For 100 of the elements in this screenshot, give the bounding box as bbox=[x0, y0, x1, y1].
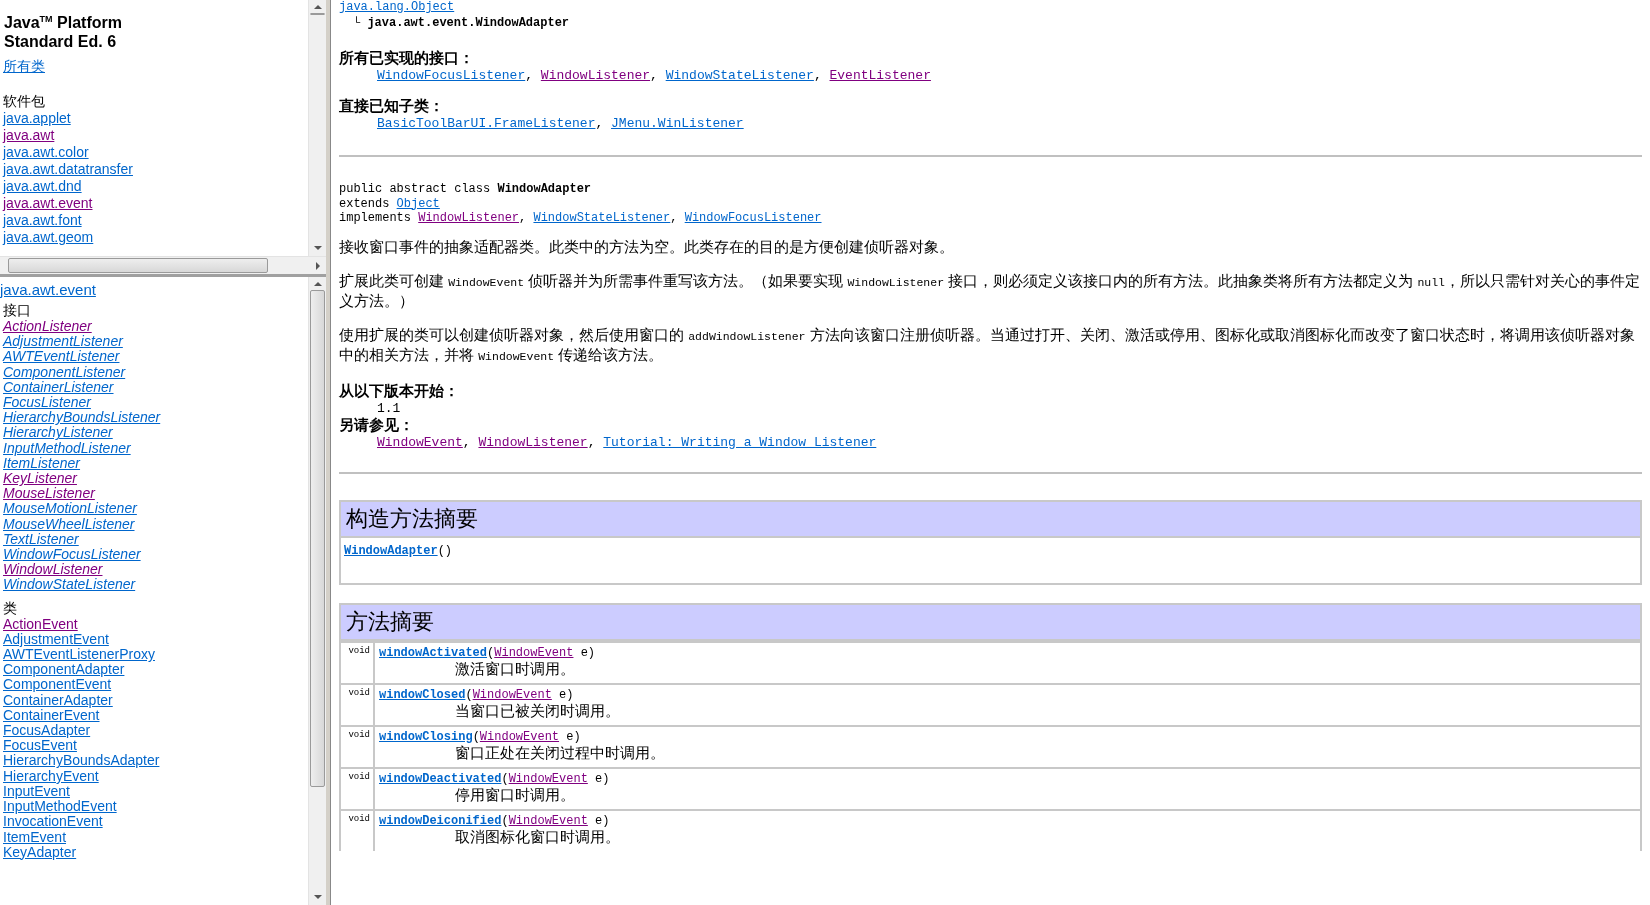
platform-title: Java$^{TM}$ Platform Standard Ed. 6 bbox=[4, 13, 123, 52]
section-heading: 直接已知子类： bbox=[339, 97, 445, 116]
link[interactable]: WindowEvent bbox=[377, 434, 463, 450]
interface-link[interactable]: HierarchyBoundsListener bbox=[3, 410, 161, 426]
method-link[interactable]: windowClosing bbox=[379, 729, 473, 744]
interface-link[interactable]: WindowListener bbox=[3, 562, 103, 578]
interface-link[interactable]: InputMethodListener bbox=[3, 440, 131, 456]
link[interactable]: Tutorial: Writing a Window Listener bbox=[603, 434, 877, 450]
horizontal-scrollbar[interactable] bbox=[0, 256, 326, 274]
method-signature: windowDeactivated(WindowEvent e) bbox=[379, 771, 610, 786]
method-description: 窗口正处在关闭过程中时调用。 bbox=[455, 743, 665, 761]
method-signature: windowDeiconified(WindowEvent e) bbox=[379, 813, 610, 828]
interface-link[interactable]: ItemListener bbox=[3, 455, 81, 472]
package-link[interactable]: java.applet bbox=[3, 110, 71, 128]
link[interactable]: WindowEvent bbox=[508, 771, 588, 786]
method-description: 停用窗口时调用。 bbox=[455, 785, 575, 803]
section-heading: 另请参见： bbox=[339, 415, 415, 435]
package-link[interactable]: java.awt.event bbox=[3, 195, 93, 213]
class-link[interactable]: HierarchyEvent bbox=[3, 768, 99, 784]
link[interactable]: WindowEvent bbox=[494, 645, 574, 660]
interface-link[interactable]: WindowStateListener bbox=[3, 577, 136, 593]
link[interactable]: Object bbox=[396, 196, 440, 211]
all-classes-link[interactable]: 所有类 bbox=[3, 58, 45, 76]
section-heading: 从以下版本开始： bbox=[339, 381, 460, 401]
method-description: 当窗口已被关闭时调用。 bbox=[455, 701, 620, 719]
package-link[interactable]: java.awt.datatransfer bbox=[3, 161, 133, 179]
link[interactable]: WindowFocusListener bbox=[684, 211, 822, 225]
interfaces-heading: 接口 bbox=[3, 301, 32, 319]
interface-link[interactable]: ContainerListener bbox=[3, 379, 114, 395]
superclass-link[interactable]: java.lang.Object bbox=[339, 0, 455, 14]
class-link[interactable]: KeyAdapter bbox=[3, 844, 77, 860]
method-signature: windowActivated(WindowEvent e) bbox=[379, 645, 596, 660]
link[interactable]: WindowEvent bbox=[508, 813, 588, 828]
description-paragraph: 使用扩展的类可以创建侦听器对象，然后使用窗口的 addWindowListener 方法向该窗口注册侦听器。当通过打开、关闭、激活或停用、图标化或取消图标化而改变了窗口状态时，将调用该侦听器对象中的相关方法，并将 WindowEvent 传递给该方法。 bbox=[339, 325, 1636, 365]
interface-link[interactable]: ActionListener bbox=[3, 319, 92, 335]
interface-link[interactable]: TextListener bbox=[3, 531, 79, 548]
method-link[interactable]: windowDeiconified bbox=[379, 813, 502, 828]
interface-link[interactable]: MouseListener bbox=[3, 486, 95, 502]
class-link[interactable]: InputMethodEvent bbox=[3, 799, 117, 815]
package-link[interactable]: java.awt.dnd bbox=[3, 178, 82, 196]
method-description: 取消图标化窗口时调用。 bbox=[455, 827, 620, 845]
method-link[interactable]: windowClosed bbox=[379, 687, 466, 702]
class-link[interactable]: ActionEvent bbox=[3, 616, 78, 632]
link[interactable]: WindowListener bbox=[418, 211, 520, 225]
class-link[interactable]: ComponentEvent bbox=[3, 677, 112, 693]
class-link[interactable]: FocusAdapter bbox=[3, 723, 91, 739]
link[interactable]: JMenu.WinListener bbox=[611, 116, 744, 131]
return-type: void bbox=[348, 771, 370, 782]
interface-link[interactable]: KeyListener bbox=[3, 471, 77, 487]
package-link[interactable]: java.awt.font bbox=[3, 212, 82, 230]
classes-heading: 类 bbox=[3, 598, 18, 617]
interface-link[interactable]: FocusListener bbox=[3, 395, 91, 411]
package-link[interactable]: java.awt.event bbox=[0, 281, 96, 299]
interface-link[interactable]: HierarchyListener bbox=[3, 425, 113, 441]
class-link[interactable]: ComponentAdapter bbox=[3, 662, 125, 678]
vertical-scrollbar[interactable] bbox=[308, 0, 326, 256]
description-paragraph: 扩展此类可创建 WindowEvent 侦听器并为所需事件重写该方法。（如果要实现 WindowListener 接口，则必须定义该接口内的所有方法。此抽象类将所有方法都定义为 null，所以只需针对关心的事件定义方法。） bbox=[339, 271, 1641, 310]
subclass-list: BasicToolBarUI.FrameListener, JMenu.WinListener bbox=[377, 116, 1642, 131]
method-signature: windowClosing(WindowEvent e) bbox=[379, 729, 581, 744]
link[interactable]: BasicToolBarUI.FrameListener bbox=[377, 116, 596, 131]
method-link[interactable]: windowDeactivated bbox=[379, 771, 502, 786]
class-link[interactable]: FocusEvent bbox=[3, 738, 77, 754]
class-declaration: implements WindowListener, WindowStateListener, WindowFocusListener bbox=[339, 211, 822, 225]
link[interactable]: WindowEvent bbox=[472, 687, 552, 702]
link[interactable]: EventListener bbox=[829, 68, 931, 83]
return-type: void bbox=[348, 645, 370, 656]
interface-link[interactable]: WindowFocusListener bbox=[3, 547, 141, 563]
class-link[interactable]: InputEvent bbox=[3, 783, 70, 800]
class-link[interactable]: AdjustmentEvent bbox=[3, 631, 109, 648]
method-link[interactable]: WindowAdapter bbox=[344, 543, 438, 558]
interface-link[interactable]: AdjustmentListener bbox=[3, 334, 123, 350]
link[interactable]: WindowFocusListener bbox=[377, 68, 526, 83]
class-declaration: extends Object bbox=[339, 196, 440, 211]
link[interactable]: WindowListener bbox=[478, 434, 588, 450]
interface-link[interactable]: AWTEventListener bbox=[3, 349, 120, 365]
table-title: 构造方法摘要 bbox=[341, 501, 1640, 538]
class-declaration: public abstract class WindowAdapter bbox=[339, 182, 592, 196]
class-link[interactable]: HierarchyBoundsAdapter bbox=[3, 753, 160, 769]
class-link[interactable]: InvocationEvent bbox=[3, 814, 103, 830]
packages-heading: 软件包 bbox=[3, 93, 46, 111]
link[interactable]: WindowListener bbox=[540, 68, 651, 83]
package-link[interactable]: java.awt.geom bbox=[3, 229, 94, 247]
link[interactable]: WindowStateListener bbox=[533, 211, 671, 225]
link[interactable]: WindowStateListener bbox=[665, 68, 814, 83]
vertical-scrollbar[interactable] bbox=[308, 277, 326, 905]
interface-link[interactable]: ComponentListener bbox=[3, 364, 126, 380]
class-link[interactable]: ItemEvent bbox=[3, 829, 67, 845]
interface-link[interactable]: MouseWheelListener bbox=[3, 516, 135, 532]
return-type: void bbox=[348, 729, 370, 740]
class-link[interactable]: AWTEventListenerProxy bbox=[3, 647, 155, 663]
method-signature: windowClosed(WindowEvent e) bbox=[379, 687, 574, 702]
link[interactable]: WindowEvent bbox=[479, 729, 560, 744]
package-link[interactable]: java.awt.color bbox=[3, 144, 89, 162]
method-description: 激活窗口时调用。 bbox=[455, 659, 575, 677]
interface-link[interactable]: MouseMotionListener bbox=[3, 501, 137, 517]
package-link[interactable]: java.awt bbox=[3, 127, 55, 145]
class-link[interactable]: ContainerAdapter bbox=[3, 692, 113, 708]
class-link[interactable]: ContainerEvent bbox=[3, 707, 100, 724]
method-link[interactable]: windowActivated bbox=[379, 645, 488, 660]
interface-list: WindowFocusListener, WindowListener, WindowStateListener, EventListener bbox=[377, 68, 1642, 83]
